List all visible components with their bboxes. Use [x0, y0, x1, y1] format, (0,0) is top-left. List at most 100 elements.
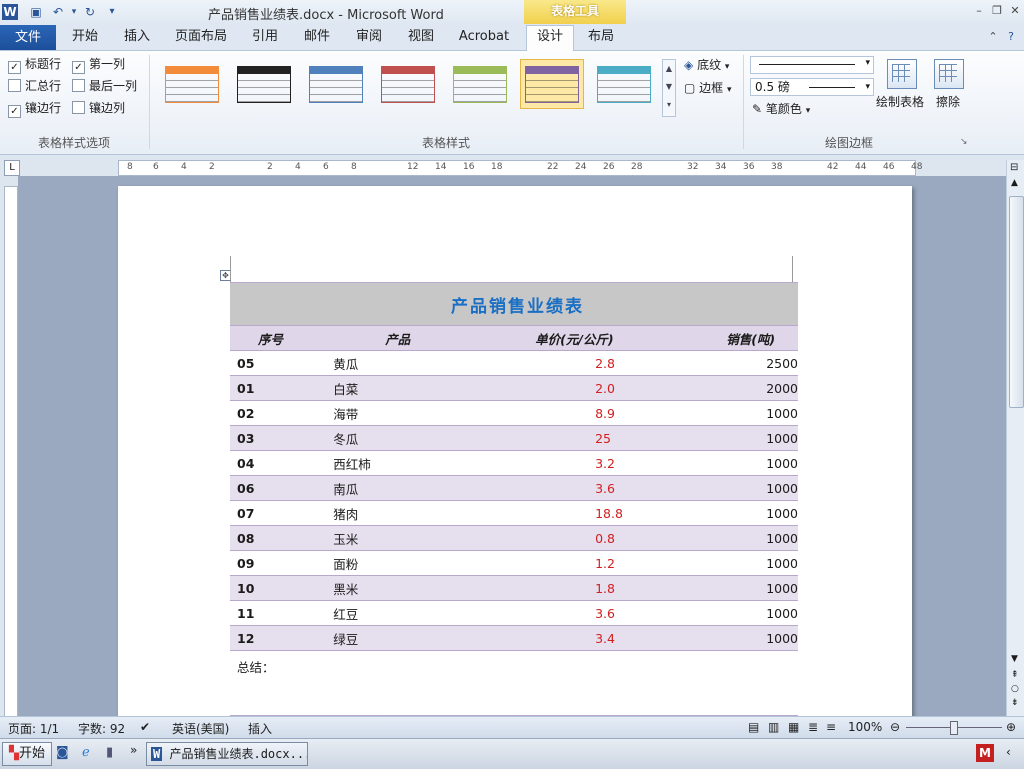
cell-sales[interactable]: 1000 [676, 425, 798, 451]
cell-id[interactable]: 08 [230, 525, 314, 551]
more-icon[interactable]: » [130, 743, 137, 757]
undo-dropdown-icon[interactable]: ▾ [66, 4, 82, 20]
zoom-out-icon[interactable]: ⊖ [890, 720, 900, 734]
cell-product[interactable]: 黄瓜 [313, 350, 506, 376]
web-layout-icon[interactable]: ▦ [788, 720, 799, 734]
next-page-icon[interactable]: ⇟ [1011, 698, 1019, 708]
proofing-icon[interactable]: ✔ [140, 720, 150, 734]
cell-sales[interactable]: 1000 [676, 575, 798, 601]
customize-toolbar-icon[interactable]: ▾ [104, 4, 120, 20]
cell-product[interactable]: 红豆 [313, 600, 506, 626]
word-count[interactable]: 字数: 92 [78, 720, 125, 737]
cell-price[interactable]: 1.8 [505, 575, 677, 601]
save-icon[interactable]: ▣ [28, 4, 44, 20]
table-row[interactable]: 05 黄瓜 2.8 2500 [230, 350, 798, 376]
cell-product[interactable]: 玉米 [313, 525, 506, 551]
summary-cell[interactable]: 总结： [230, 650, 798, 716]
borders-button[interactable]: ▢ 边框 ▾ [684, 79, 732, 96]
vertical-ruler[interactable] [4, 186, 18, 718]
cell-id[interactable]: 06 [230, 475, 314, 501]
draft-icon[interactable]: ≡ [826, 720, 836, 734]
sales-table[interactable]: 产品销售业绩表 序号 产品 单价(元/公斤) 销售(吨) 05 黄瓜 2.8 2500 01 白菜 2… [230, 282, 798, 716]
cell-id[interactable]: 12 [230, 625, 314, 651]
table-row[interactable]: 02 海带 8.9 1000 [230, 400, 798, 426]
cell-product[interactable]: 黑米 [313, 575, 506, 601]
tab-acrobat[interactable]: Acrobat [454, 26, 514, 48]
cell-product[interactable]: 面粉 [313, 550, 506, 576]
cell-price[interactable]: 3.2 [505, 450, 677, 476]
table-header-row[interactable]: 序号 产品 单价(元/公斤) 销售(吨) [230, 325, 798, 351]
cell-sales[interactable]: 1000 [676, 500, 798, 526]
table-style-swatch[interactable] [160, 59, 224, 109]
header-price[interactable]: 单价(元/公斤) [505, 325, 677, 351]
table-row[interactable]: 08 玉米 0.8 1000 [230, 525, 798, 551]
eraser-icon[interactable] [934, 59, 964, 89]
cell-price[interactable]: 8.9 [505, 400, 677, 426]
cell-price[interactable]: 1.2 [505, 550, 677, 576]
redo-icon[interactable]: ↻ [82, 4, 98, 20]
summary-row[interactable]: 总结： [230, 650, 798, 716]
table-title[interactable]: 产品销售业绩表 [230, 282, 798, 326]
tab-mailings[interactable]: 邮件 [296, 26, 338, 48]
start-button[interactable]: ▚开始 [2, 742, 52, 766]
vertical-scrollbar[interactable]: ⊟ ▲ ▼ ⇞ ○ ⇟ [1006, 160, 1024, 716]
table-row[interactable]: 07 猪肉 18.8 1000 [230, 500, 798, 526]
dialog-launcher-icon[interactable]: ↘ [960, 137, 968, 147]
cell-id[interactable]: 05 [230, 350, 314, 376]
draw-table-icon[interactable] [887, 59, 917, 89]
cell-id[interactable]: 02 [230, 400, 314, 426]
cell-price[interactable]: 0.8 [505, 525, 677, 551]
cell-product[interactable]: 猪肉 [313, 500, 506, 526]
print-layout-icon[interactable]: ▤ [748, 720, 759, 734]
table-style-swatch[interactable] [376, 59, 440, 109]
table-row[interactable]: 11 红豆 3.6 1000 [230, 600, 798, 626]
cell-id[interactable]: 10 [230, 575, 314, 601]
banded-columns-checkbox[interactable]: 镶边列 [72, 100, 125, 116]
total-row-checkbox[interactable]: 汇总行 [8, 78, 61, 94]
zoom-level[interactable]: 100% [848, 720, 882, 734]
header-row-checkbox[interactable]: ✓ 标题行 [8, 56, 61, 74]
table-row[interactable]: 03 冬瓜 25 1000 [230, 425, 798, 451]
cell-product[interactable]: 海带 [313, 400, 506, 426]
draw-table-button[interactable]: 绘制表格 [876, 93, 924, 110]
tab-layout[interactable]: 布局 [580, 26, 622, 48]
horizontal-ruler[interactable]: 8 6 4 2 2 4 6 8 12 14 16 18 22 24 26 28 32 34 36 38 42 44 46 48 [118, 160, 922, 176]
table-style-swatch[interactable] [232, 59, 296, 109]
tab-page-layout[interactable]: 页面布局 [170, 26, 232, 48]
pen-color-button[interactable]: ✎ 笔颜色 ▾ [752, 100, 810, 117]
table-row[interactable]: 06 南瓜 3.6 1000 [230, 475, 798, 501]
cell-product[interactable]: 绿豆 [313, 625, 506, 651]
taskbar-item-word[interactable]: W 产品销售业绩表.docx... [146, 742, 308, 766]
tab-insert[interactable]: 插入 [116, 26, 158, 48]
cell-price[interactable]: 18.8 [505, 500, 677, 526]
quick-launch-icon[interactable]: ◙ [56, 745, 69, 760]
line-style-select[interactable]: ▾ [750, 56, 874, 74]
help-icon[interactable]: ? [1004, 30, 1018, 44]
header-id[interactable]: 序号 [230, 325, 314, 351]
tray-app-icon[interactable]: M [976, 744, 994, 762]
insert-mode[interactable]: 插入 [248, 720, 272, 737]
cell-price[interactable]: 3.4 [505, 625, 677, 651]
table-row[interactable]: 01 白菜 2.0 2000 [230, 375, 798, 401]
scroll-down-icon[interactable]: ▼ [1011, 654, 1018, 664]
banded-rows-checkbox[interactable]: ✓ 镶边行 [8, 100, 61, 118]
cell-sales[interactable]: 2000 [676, 375, 798, 401]
ruler-tab-selector[interactable]: L [4, 160, 20, 176]
cell-id[interactable]: 09 [230, 550, 314, 576]
cell-sales[interactable]: 1000 [676, 400, 798, 426]
cell-id[interactable]: 04 [230, 450, 314, 476]
word-icon[interactable]: W [2, 4, 18, 20]
cell-price[interactable]: 2.8 [505, 350, 677, 376]
close-icon[interactable]: ✕ [1008, 4, 1022, 18]
shading-button[interactable]: ◈ 底纹 ▾ [684, 56, 729, 73]
outline-icon[interactable]: ≣ [808, 720, 818, 734]
app-icon[interactable]: ▮ [106, 745, 113, 760]
restore-icon[interactable]: ❐ [990, 4, 1004, 18]
cell-sales[interactable]: 1000 [676, 625, 798, 651]
table-style-swatch[interactable] [304, 59, 368, 109]
cell-sales[interactable]: 1000 [676, 475, 798, 501]
tab-file[interactable]: 文件 [0, 25, 56, 50]
cell-sales[interactable]: 1000 [676, 550, 798, 576]
zoom-in-icon[interactable]: ⊕ [1006, 720, 1016, 734]
cell-price[interactable]: 2.0 [505, 375, 677, 401]
